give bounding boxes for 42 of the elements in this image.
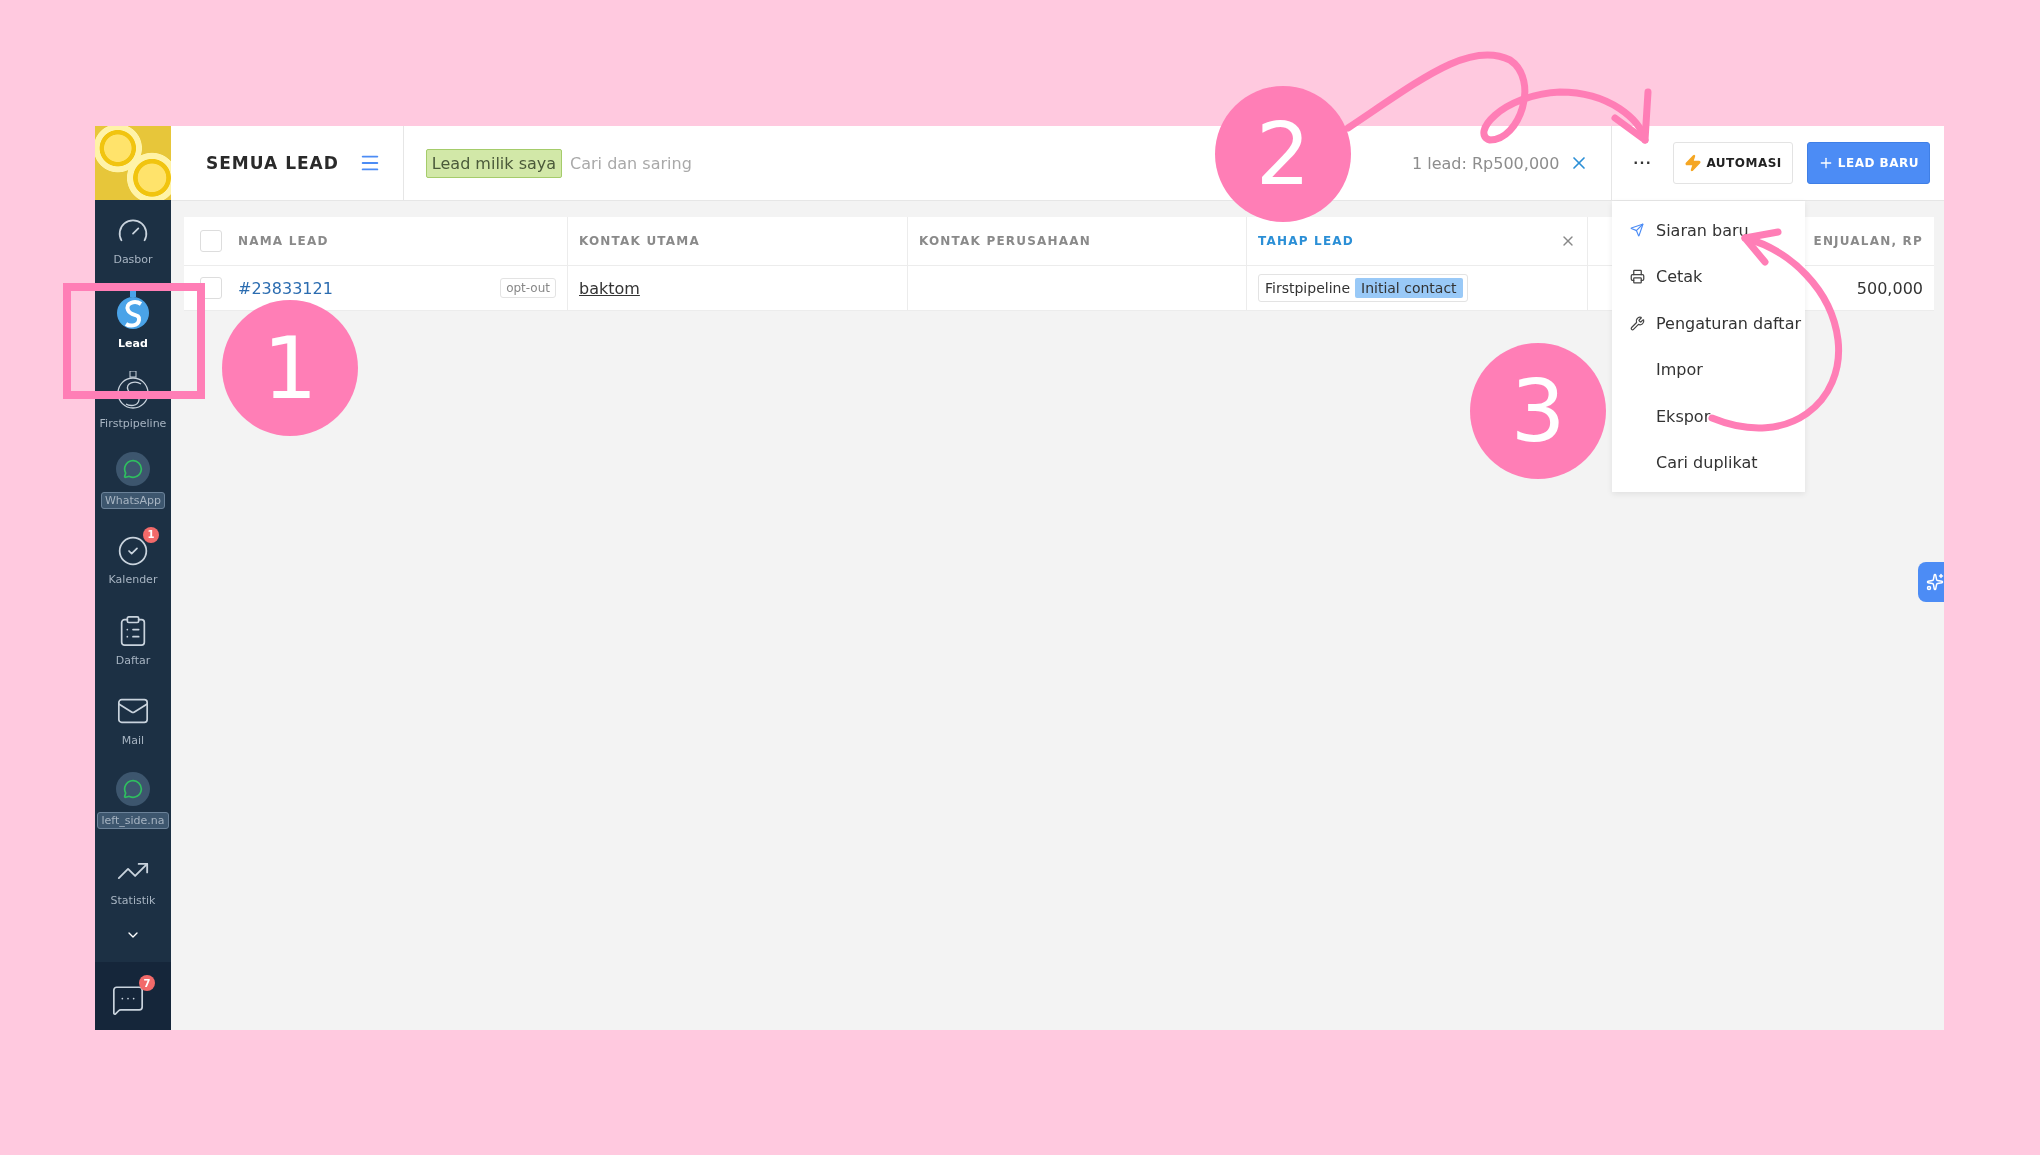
sidebar-item[interactable]: Mail bbox=[95, 680, 171, 760]
menu-item[interactable]: Pengaturan daftar bbox=[1612, 300, 1805, 347]
sidebar-item[interactable]: Daftar bbox=[95, 600, 171, 680]
column-header[interactable]: TAHAP LEAD bbox=[1258, 234, 1354, 248]
menu-item[interactable]: Cetak bbox=[1612, 253, 1805, 300]
lead-summary: 1 lead: Rp500,000 bbox=[1412, 153, 1560, 173]
notification-badge: 7 bbox=[139, 975, 155, 991]
lead-logo-icon bbox=[116, 290, 150, 331]
opt-out-tag: opt-out bbox=[500, 278, 556, 298]
column-header[interactable]: KONTAK PERUSAHAAN bbox=[919, 234, 1091, 248]
page-title: SEMUA LEAD bbox=[206, 153, 339, 173]
whatsapp-icon bbox=[116, 451, 150, 486]
contact-link[interactable]: baktom bbox=[579, 278, 640, 298]
lead-link[interactable]: #23833121 bbox=[238, 278, 333, 298]
send-icon bbox=[1630, 223, 1644, 238]
sidebar-item[interactable]: 1 Kalender bbox=[95, 520, 171, 600]
whatsapp-icon bbox=[116, 771, 150, 806]
sidebar-item[interactable]: Statistik bbox=[95, 840, 171, 920]
tools-icon bbox=[1630, 315, 1645, 331]
automation-button[interactable]: AUTOMASI bbox=[1673, 142, 1793, 184]
stage-chip: Firstpipeline Initial contact bbox=[1258, 274, 1468, 302]
select-all-checkbox[interactable] bbox=[200, 230, 222, 252]
column-header[interactable]: KONTAK UTAMA bbox=[579, 234, 700, 248]
printer-icon bbox=[1630, 269, 1645, 285]
column-header[interactable]: NAMA LEAD bbox=[238, 234, 329, 248]
filter-tag[interactable]: Lead milik saya bbox=[425, 148, 563, 178]
notification-badge: 1 bbox=[143, 526, 159, 543]
sidebar-item[interactable]: Firstpipeline bbox=[95, 360, 171, 440]
menu-item[interactable]: Siaran baru bbox=[1612, 207, 1805, 254]
column-header[interactable]: ENJUALAN, RP bbox=[1813, 234, 1923, 248]
pipeline-logo-icon bbox=[116, 370, 150, 411]
sidebar-item[interactable]: Lead bbox=[95, 280, 171, 360]
sidebar-item[interactable]: Dasbor bbox=[95, 200, 171, 280]
lightning-icon bbox=[1684, 154, 1703, 172]
sparkle-icon bbox=[1926, 573, 1944, 591]
menu-item[interactable]: Ekspor bbox=[1612, 393, 1805, 440]
sidebar-item[interactable]: WhatsApp bbox=[95, 440, 171, 520]
table-cell: 500,000 bbox=[1856, 278, 1923, 298]
menu-item[interactable]: Cari duplikat bbox=[1612, 439, 1805, 486]
menu-item[interactable]: Impor bbox=[1612, 346, 1805, 393]
check-circle-icon bbox=[117, 534, 149, 567]
sidebar-item[interactable]: left_side.na bbox=[95, 760, 171, 840]
